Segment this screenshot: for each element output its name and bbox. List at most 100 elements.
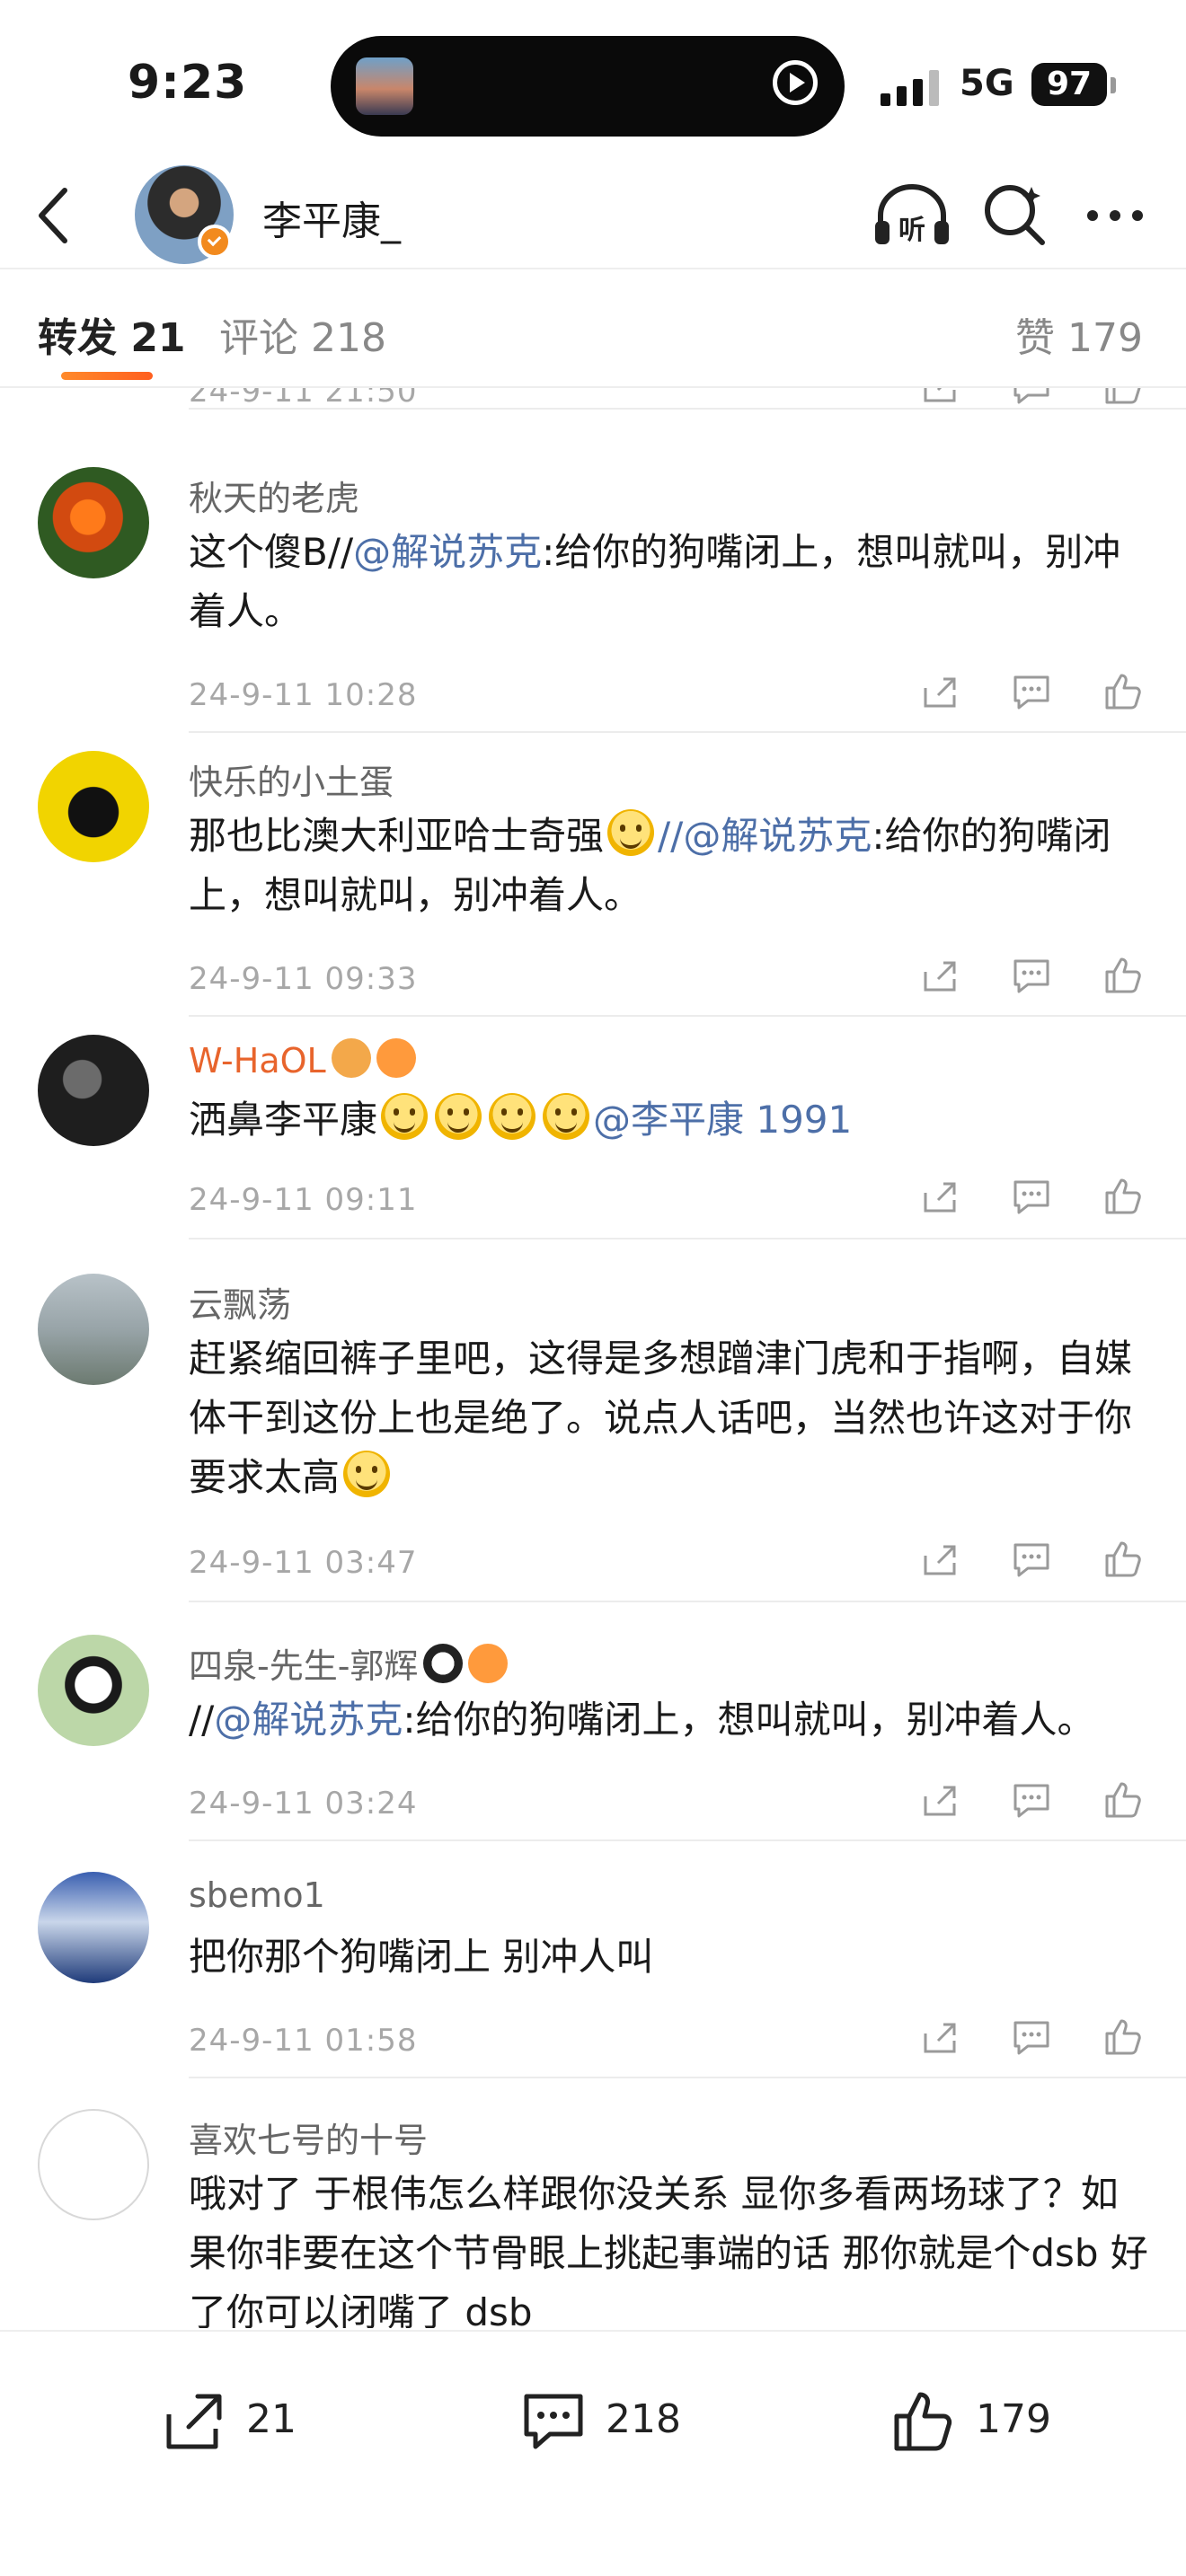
avatar[interactable]: [38, 1872, 149, 1983]
more-icon[interactable]: [1084, 189, 1146, 243]
comment-author[interactable]: 秋天的老虎: [189, 471, 359, 520]
share-icon: [166, 2394, 222, 2449]
status-time: 9:23: [128, 56, 248, 110]
comment-icon[interactable]: [1010, 1778, 1053, 1822]
now-playing-thumbnail: [356, 57, 413, 115]
comment-time: 24-9-11 03:24: [189, 1786, 418, 1822]
dynamic-island[interactable]: [331, 36, 845, 137]
share-icon[interactable]: [918, 1778, 961, 1822]
mention-link[interactable]: @解说苏克: [353, 530, 542, 574]
share-icon[interactable]: [918, 670, 961, 713]
comment-count: 218: [606, 2396, 681, 2442]
listen-icon[interactable]: 听: [872, 180, 952, 251]
tab-active-indicator: [61, 372, 153, 380]
divider: [189, 1015, 1186, 1017]
tab-bar: 转发 21 评论 218 赞 179: [0, 269, 1186, 388]
repost-count: 21: [246, 2396, 296, 2442]
like-icon[interactable]: [1102, 1778, 1145, 1822]
like-icon: [894, 2392, 952, 2451]
network-type: 5G: [960, 63, 1014, 104]
comment-icon[interactable]: [1010, 1175, 1053, 1218]
avatar[interactable]: [38, 1635, 149, 1746]
divider: [189, 1238, 1186, 1239]
avatar[interactable]: [38, 1035, 149, 1146]
panda-badge-icon: [423, 1644, 464, 1683]
mention-link[interactable]: //@解说苏克: [658, 814, 872, 858]
comment-icon[interactable]: [1010, 388, 1053, 408]
back-icon[interactable]: [27, 181, 81, 250]
divider: [189, 731, 1186, 733]
signal-icon: [881, 70, 943, 106]
like-count: 179: [976, 2396, 1051, 2442]
like-icon[interactable]: [1102, 670, 1145, 713]
share-icon[interactable]: [918, 954, 961, 997]
share-icon[interactable]: [918, 1538, 961, 1581]
comment-icon[interactable]: [1010, 1538, 1053, 1581]
share-icon[interactable]: [918, 1175, 961, 1218]
like-icon[interactable]: [1102, 2016, 1145, 2059]
like-icon[interactable]: [1102, 954, 1145, 997]
emoji-icon: [489, 1093, 536, 1140]
comment-author[interactable]: 云飘荡: [189, 1277, 291, 1327]
comment-icon[interactable]: [1010, 2016, 1053, 2059]
comment-time: 24-9-11 10:28: [189, 677, 418, 713]
emoji-icon: [435, 1093, 482, 1140]
comment-text: //@解说苏克:给你的狗嘴闭上，想叫就叫，别冲着人。: [189, 1698, 1095, 1742]
nav-header: 李平康_ 听: [0, 162, 1186, 269]
tab-repost[interactable]: 转发 21: [38, 305, 186, 363]
comment-text: 这个傻B//@解说苏克:给你的狗嘴闭上，想叫就叫，别冲着人。: [189, 530, 1121, 633]
avatar[interactable]: [38, 1274, 149, 1385]
like-icon[interactable]: [1102, 1538, 1145, 1581]
emoji-icon: [607, 809, 655, 856]
battery-tip: [1111, 77, 1116, 93]
comment-text: 那也比澳大利亚哈士奇强//@解说苏克:给你的狗嘴闭上，想叫就叫，别冲着人。: [189, 807, 1150, 925]
divider: [189, 2077, 1186, 2078]
avatar[interactable]: [38, 751, 149, 862]
crown-badge-icon: [331, 1038, 371, 1078]
divider: [189, 1601, 1186, 1602]
comment-icon: [524, 2394, 583, 2449]
emoji-icon: [381, 1093, 429, 1140]
like-icon[interactable]: [1102, 388, 1145, 408]
svg-text:听: 听: [898, 215, 925, 246]
mention-link[interactable]: @李平康 1991: [593, 1098, 852, 1142]
comment-time: 24-9-11 09:33: [189, 961, 418, 997]
user-name[interactable]: 李平康_: [262, 189, 401, 246]
comment-icon[interactable]: [1010, 670, 1053, 713]
comment-icon[interactable]: [1010, 954, 1053, 997]
comment-time: 24-9-11 09:11: [189, 1182, 418, 1218]
comment-text: 赶紧缩回裤子里吧，这得是多想蹭津门虎和于指啊，自媒体干到这份上也是绝了。说点人话…: [189, 1337, 1133, 1499]
play-icon[interactable]: [773, 60, 818, 105]
verified-badge-icon: [198, 225, 232, 259]
status-bar: 9:23 5G 97: [0, 0, 1186, 162]
comment-author[interactable]: W-HaOL: [189, 1038, 416, 1081]
comment-text: 洒鼻李平康 @李平康 1991: [189, 1090, 1150, 1150]
comment-time: 24-9-11 01:58: [189, 2023, 418, 2059]
avatar[interactable]: [38, 467, 149, 578]
tab-likes[interactable]: 赞 179: [1015, 305, 1143, 363]
fish-badge-icon: [468, 1644, 509, 1683]
mention-link[interactable]: @解说苏克: [214, 1698, 403, 1742]
search-icon[interactable]: [981, 181, 1048, 248]
battery-icon: 97: [1031, 63, 1107, 106]
avatar[interactable]: [38, 2109, 149, 2220]
divider: [189, 408, 1186, 410]
comment-author[interactable]: sbemo1: [189, 1875, 325, 1915]
divider: [189, 1839, 1186, 1841]
emoji-icon: [543, 1093, 590, 1140]
tab-comments[interactable]: 评论 218: [219, 305, 386, 363]
comment-text: 哦对了 于根伟怎么样跟你没关系 显你多看两场球了？如果你非要在这个节骨眼上挑起事…: [189, 2172, 1148, 2328]
repost-list[interactable]: 24-9-11 21:50 秋天的老虎 这个傻B//@解说苏克:给你的狗嘴闭上，…: [0, 388, 1186, 2328]
bottom-action-bar: 21 218 179: [0, 2330, 1186, 2576]
comment-author[interactable]: 快乐的小土蛋: [189, 754, 394, 804]
fish-badge-icon: [376, 1038, 416, 1078]
comment-text: 把你那个狗嘴闭上 别冲人叫: [189, 1935, 654, 1979]
comment-author[interactable]: 四泉-先生-郭辉: [189, 1638, 509, 1688]
share-icon[interactable]: [918, 2016, 961, 2059]
comment-author[interactable]: 喜欢七号的十号: [189, 2113, 428, 2162]
like-icon[interactable]: [1102, 1175, 1145, 1218]
comment-time: 24-9-11 03:47: [189, 1545, 418, 1581]
comment-time: 24-9-11 21:50: [189, 388, 418, 410]
emoji-icon: [343, 1451, 391, 1497]
share-icon[interactable]: [918, 388, 961, 408]
